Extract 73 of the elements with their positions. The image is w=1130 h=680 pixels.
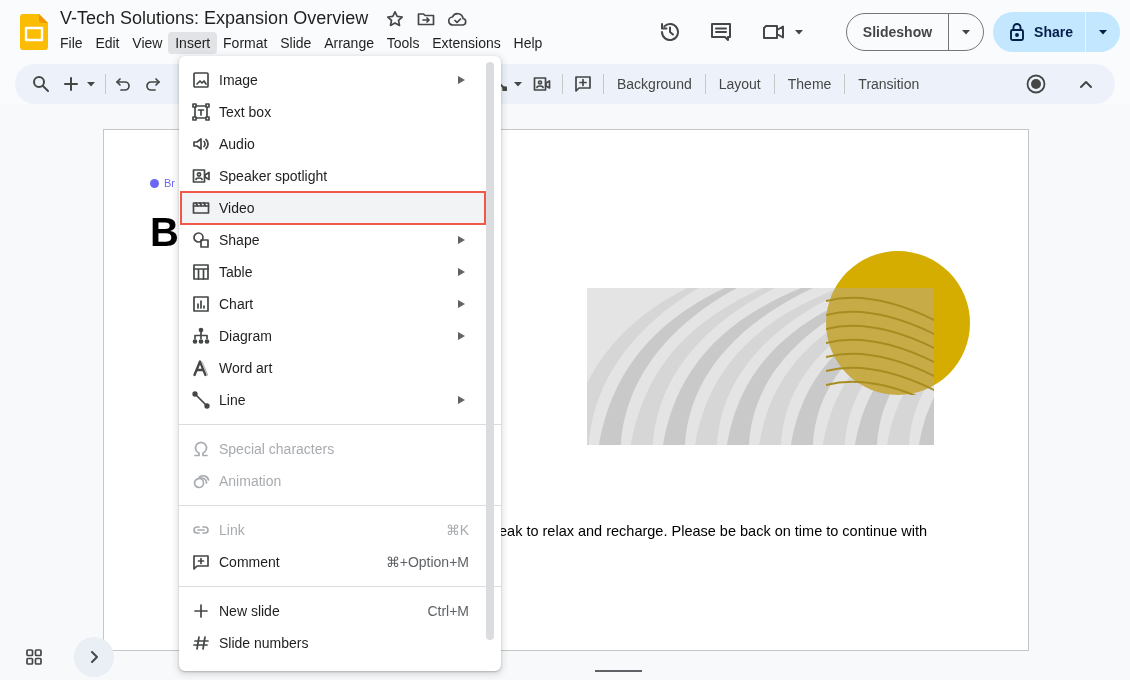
menu-bar-item[interactable]: Edit [88,32,127,54]
animation-icon [192,472,210,490]
diagram-icon [192,327,210,345]
toolbar-button[interactable]: Theme [785,76,834,92]
speaker-icon [192,135,210,153]
menu-item[interactable]: Word art [181,352,485,384]
grid-icon [26,649,42,665]
menu-item[interactable]: Chart [181,288,485,320]
menu-bar-item[interactable]: Slide [273,32,319,54]
menu-item[interactable]: Comment ⌘+Option+M [181,546,485,578]
line-icon [192,391,210,409]
omega-icon [192,440,210,458]
document-title[interactable]: V-Tech Solutions: Expansion Overview [60,8,369,29]
menu-item[interactable]: Table [181,256,485,288]
presenter-camera-icon [192,167,210,185]
bullet-dot [150,178,159,188]
menu-bar-item[interactable]: Insert [168,32,218,54]
menu-bar-item[interactable]: File [53,32,90,54]
add-comment-icon [192,553,210,571]
menu-item[interactable]: Image [181,64,485,96]
caret-icon[interactable] [86,81,96,87]
caret-icon[interactable] [961,29,972,35]
caret-icon[interactable] [1098,29,1108,35]
hash-icon [192,634,210,652]
plus-icon[interactable] [64,77,78,91]
menu-item[interactable]: Line [181,384,485,416]
search-icon[interactable] [32,75,50,93]
toolbar-button[interactable]: Layout [716,76,763,92]
slides-logo-icon [20,14,48,50]
caret-icon[interactable] [793,29,804,35]
expand-panel-button[interactable] [74,637,114,677]
menu-item[interactable]: Text box [181,96,485,128]
caret-icon[interactable] [513,81,523,87]
image-icon [192,71,210,89]
star-icon[interactable] [386,9,405,28]
menu-item[interactable]: New slide Ctrl+M [181,595,485,627]
add-comment-icon[interactable] [574,75,592,93]
word-art-icon [192,359,210,377]
menu-bar-item[interactable]: Format [216,32,275,54]
menu-bar-item[interactable]: View [125,32,170,54]
resize-handle[interactable] [595,670,642,672]
menu-item[interactable]: Speaker spotlight [181,160,485,192]
menu-bar-item[interactable]: Tools [379,32,427,54]
lock-icon [1009,22,1026,42]
film-icon [192,199,210,217]
plus-icon [192,602,210,620]
slide-label: Br [164,177,175,189]
undo-icon[interactable] [115,77,131,91]
menu-item[interactable]: Audio [181,128,485,160]
keyboard-shortcut: ⌘K [445,522,469,538]
chart-icon [192,295,210,313]
menu-bar-item[interactable]: Help [506,32,550,54]
menu-bar-item[interactable]: Extensions [425,32,508,54]
chevron-right-icon [89,650,99,664]
shapes-icon [192,231,210,249]
scrollbar[interactable] [486,62,494,640]
menu-bar-item[interactable]: Arrange [317,32,381,54]
menu-item[interactable]: Slide numbers [181,627,485,659]
toolbar-button[interactable]: Transition [856,76,922,92]
redo-icon[interactable] [145,77,161,91]
collapse-icon[interactable] [1079,79,1093,89]
keyboard-shortcut: Ctrl+M [427,603,469,619]
menu-item[interactable]: Diagram [181,320,485,352]
toolbar-button[interactable]: Background [615,76,694,92]
comment-icon[interactable] [708,20,733,44]
menu-item[interactable]: Video [181,192,485,224]
text-box-icon [192,103,210,121]
menu-item[interactable]: Shape [181,224,485,256]
slide-title: B [150,210,179,255]
table-icon [192,263,210,281]
keyboard-shortcut: ⌘+Option+M [385,554,469,570]
image-video-icon[interactable] [533,76,551,92]
record-icon[interactable] [1026,74,1046,94]
